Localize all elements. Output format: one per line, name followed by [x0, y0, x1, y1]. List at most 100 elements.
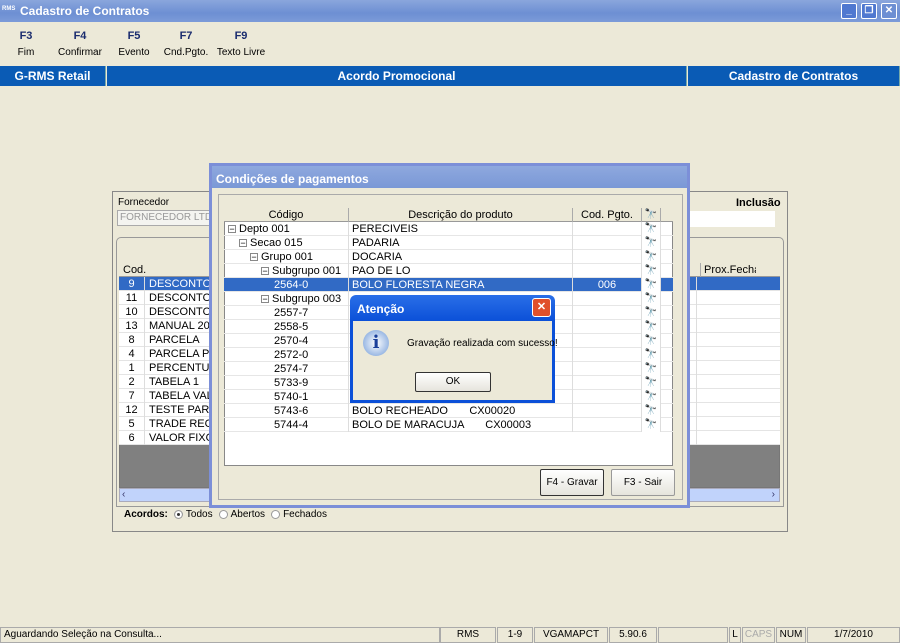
radio-button[interactable] — [173, 510, 183, 519]
scroll-right-icon[interactable]: › — [772, 489, 775, 500]
info-icon: i — [363, 330, 389, 356]
binoculars-icon[interactable]: 🔭 — [641, 348, 661, 362]
scroll-left-icon[interactable]: ‹ — [122, 489, 125, 500]
cell-descricao: DOCARIA — [348, 250, 572, 264]
collapse-icon[interactable]: − — [261, 295, 269, 303]
alert-title: Atenção — [357, 302, 405, 316]
ok-button[interactable]: OK — [415, 372, 491, 392]
cell-divider — [696, 403, 697, 417]
cell-cod-pgto — [572, 348, 641, 362]
alert-close-button[interactable]: ✕ — [532, 298, 551, 317]
filter-todos[interactable]: Todos — [173, 509, 213, 520]
tree-row[interactable]: − Subgrupo 001 PAO DE LO 🔭 — [224, 264, 673, 278]
cell-cod-pgto — [572, 306, 641, 320]
cell-cod-pgto — [572, 250, 641, 264]
collapse-icon[interactable]: − — [261, 267, 269, 275]
tree-row[interactable]: 2564-0 BOLO FLORESTA NEGRA 006 🔭 — [224, 278, 673, 292]
binoculars-icon[interactable]: 🔭 — [641, 376, 661, 390]
cell-divider — [696, 375, 697, 389]
cell-cod-pgto — [572, 390, 641, 404]
binoculars-icon[interactable]: 🔭 — [641, 320, 661, 334]
exit-button[interactable]: F3 - Sair — [611, 469, 675, 496]
cell-cod-pgto — [572, 236, 641, 250]
window-title: Cadastro de Contratos — [20, 4, 150, 18]
binoculars-icon[interactable]: 🔭 — [641, 334, 661, 348]
toolbar-key: F9 — [234, 30, 248, 42]
toolbar-button-f4[interactable]: F4 Confirmar — [50, 30, 110, 58]
acordos-filter: Acordos: Todos Abertos Fechados — [124, 509, 327, 520]
cell-descricao: PERECIVEIS — [348, 222, 572, 236]
toolbar-key: F3 — [19, 30, 33, 42]
radio-button[interactable] — [271, 510, 281, 519]
cell-codigo: Secao 015 — [250, 237, 303, 249]
binoculars-icon[interactable]: 🔭 — [641, 404, 661, 418]
close-button[interactable]: ✕ — [881, 3, 897, 19]
tree-row[interactable]: − Depto 001 PERECIVEIS 🔭 — [224, 222, 673, 236]
toolbar-label: Texto Livre — [216, 47, 266, 58]
toolbar-button-f7[interactable]: F7 Cnd.Pgto. — [156, 30, 216, 58]
tree-row[interactable]: − Secao 015 PADARIA 🔭 — [224, 236, 673, 250]
toolbar-button-f5[interactable]: F5 Evento — [104, 30, 164, 58]
toolbar-key: F7 — [179, 30, 193, 42]
filter-fechados[interactable]: Fechados — [271, 509, 327, 520]
toolbar-key: F5 — [127, 30, 141, 42]
binoculars-icon[interactable]: 🔭 — [641, 306, 661, 320]
cell-cod: 13 — [119, 319, 145, 333]
toolbar-label: Cnd.Pgto. — [163, 47, 209, 58]
collapse-icon[interactable]: − — [239, 239, 247, 247]
cell-cod-pgto — [572, 376, 641, 390]
status-message: Aguardando Seleção na Consulta... — [0, 627, 440, 643]
cell-cod-pgto — [572, 362, 641, 376]
cell-cod: 8 — [119, 333, 145, 347]
collapse-icon[interactable]: − — [250, 253, 258, 261]
binoculars-icon[interactable]: 🔭 — [641, 222, 661, 236]
cell-divider — [696, 291, 697, 305]
binoculars-icon[interactable]: 🔭 — [641, 236, 661, 250]
cell-cod-pgto — [572, 222, 641, 236]
cell-divider — [696, 417, 697, 431]
minimize-button[interactable]: _ — [841, 3, 857, 19]
cell-descricao: BOLO FLORESTA NEGRA — [348, 278, 572, 292]
filter-label: Abertos — [230, 509, 266, 520]
toolbar-button-f9[interactable]: F9 Texto Livre — [211, 30, 271, 58]
filter-label: Fechados — [283, 509, 327, 520]
status-panel: 1/7/2010 — [807, 627, 900, 643]
toolbar-label: Confirmar — [58, 47, 102, 58]
cell-descricao: BOLO DE MARACUJA CX00003 — [348, 418, 572, 432]
acordos-label: Acordos: — [124, 509, 168, 520]
collapse-icon[interactable]: − — [228, 225, 236, 233]
binoculars-icon[interactable]: 🔭 — [641, 390, 661, 404]
save-button[interactable]: F4 - Gravar — [540, 469, 604, 496]
mode-field[interactable] — [690, 211, 775, 227]
cell-divider — [696, 431, 697, 445]
status-panel: L — [729, 627, 741, 643]
tree-row[interactable]: 5744-4 BOLO DE MARACUJA CX00003 🔭 — [224, 418, 673, 432]
filter-abertos[interactable]: Abertos — [218, 509, 266, 520]
cell-cod: 11 — [119, 291, 145, 305]
binoculars-icon[interactable]: 🔭 — [641, 264, 661, 278]
cell-cod: 12 — [119, 403, 145, 417]
binoculars-icon[interactable]: 🔭 — [641, 362, 661, 376]
status-panel: NUM — [776, 627, 806, 643]
binoculars-icon[interactable]: 🔭 — [641, 250, 661, 264]
binoculars-icon[interactable]: 🔭 — [641, 292, 661, 306]
col-cod-pgto: Cod. Pgto. — [572, 208, 641, 222]
binoculars-icon[interactable]: 🔭 — [641, 418, 661, 432]
cell-descricao: BOLO RECHEADO CX00020 — [348, 404, 572, 418]
binoculars-icon[interactable]: 🔭 — [641, 278, 661, 292]
cell-cod-pgto — [572, 264, 641, 278]
col-cod: Cod. — [123, 264, 147, 276]
toolbar-button-f3[interactable]: F3 Fim — [0, 30, 56, 58]
tree-row[interactable]: − Grupo 001 DOCARIA 🔭 — [224, 250, 673, 264]
tree-row[interactable]: 5743-6 BOLO RECHEADO CX00020 🔭 — [224, 404, 673, 418]
header-center: Acordo Promocional — [107, 66, 687, 86]
cell-divider — [696, 305, 697, 319]
cell-descricao: PAO DE LO — [348, 264, 572, 278]
restore-button[interactable]: ❐ — [861, 3, 877, 19]
cell-divider — [696, 333, 697, 347]
cell-cod: 7 — [119, 389, 145, 403]
status-panel: 5.90.6 — [609, 627, 657, 643]
fornecedor-field[interactable]: FORNECEDOR LTDA — [117, 210, 217, 226]
toolbar-label: Fim — [17, 47, 35, 58]
radio-button[interactable] — [218, 510, 228, 519]
